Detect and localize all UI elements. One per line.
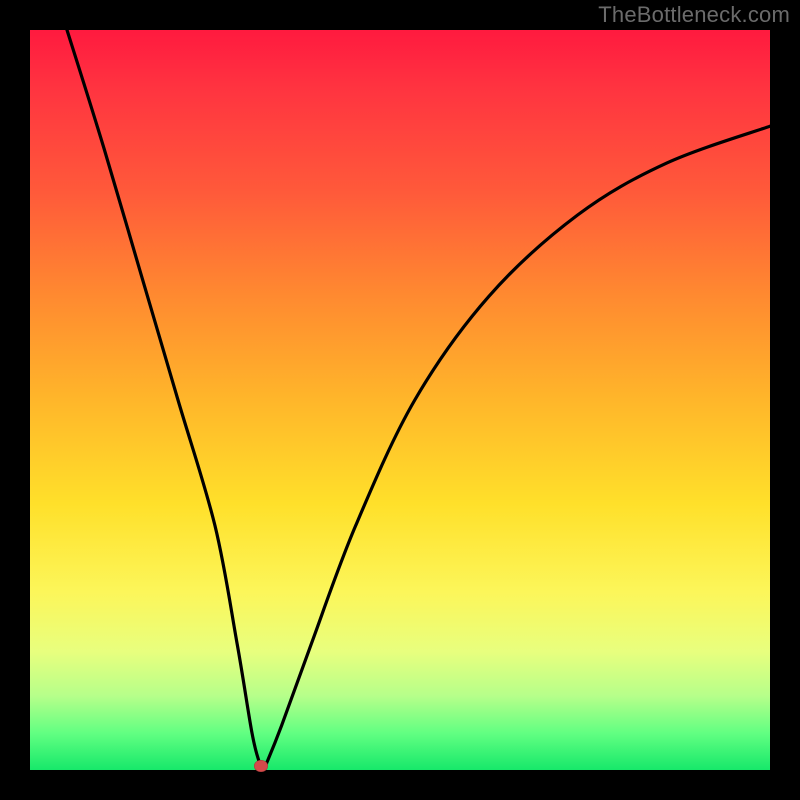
- plot-area: [30, 30, 770, 770]
- watermark-text: TheBottleneck.com: [598, 2, 790, 28]
- bottleneck-curve: [30, 30, 770, 770]
- chart-frame: TheBottleneck.com: [0, 0, 800, 800]
- min-point-marker: [254, 760, 268, 772]
